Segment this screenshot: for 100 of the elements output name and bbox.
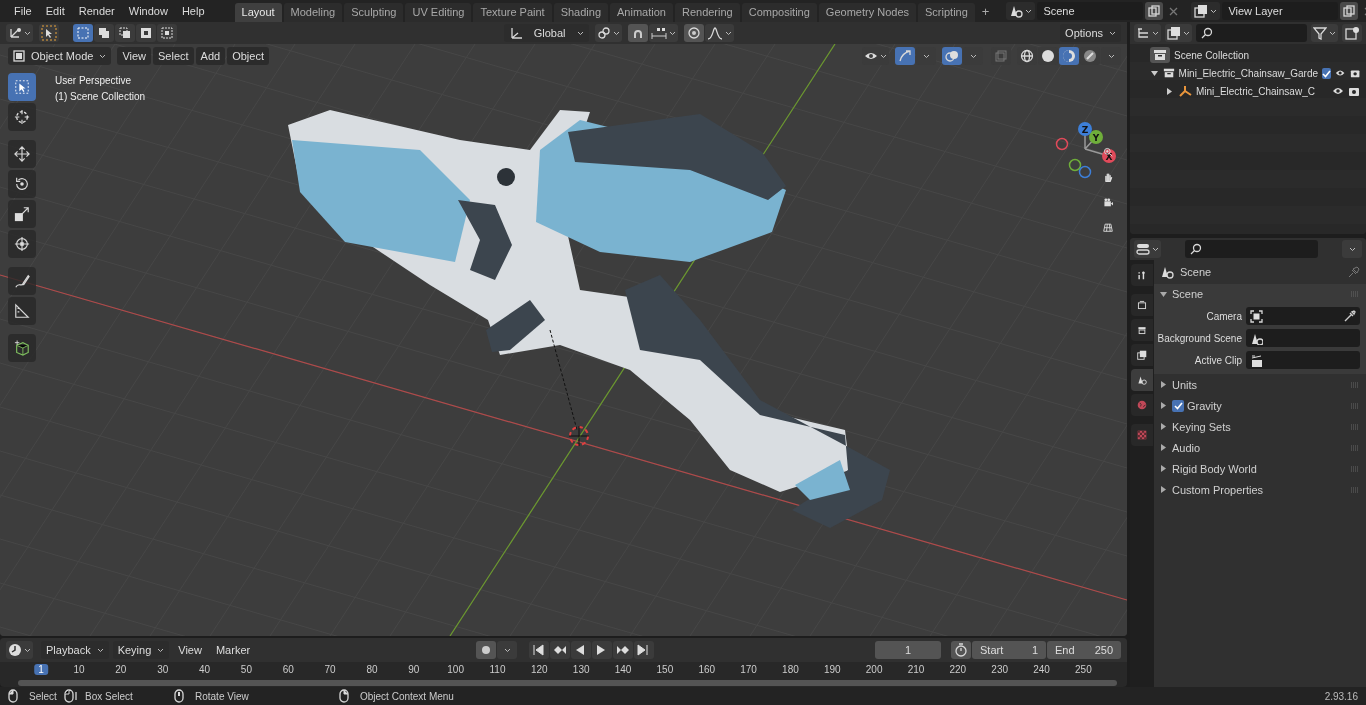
eye-icon[interactable]: [1332, 86, 1344, 96]
frame-range-field[interactable]: End 250: [1047, 641, 1121, 659]
expand-arrow-icon[interactable]: [1160, 402, 1167, 409]
preview-range-toggle[interactable]: [951, 641, 971, 659]
auto-keying-toggle[interactable]: [476, 641, 497, 659]
menu-dropdown[interactable]: Keying: [112, 641, 170, 659]
axis-handle[interactable]: Y: [1089, 130, 1103, 144]
properties-tab[interactable]: [1131, 344, 1153, 366]
panel-header[interactable]: Custom Properties: [1154, 479, 1366, 500]
drag-handle-icon[interactable]: [1350, 444, 1360, 451]
drag-handle-icon[interactable]: [1350, 486, 1360, 493]
search-field[interactable]: [1196, 24, 1307, 42]
options-dropdown[interactable]: Options: [1060, 24, 1121, 42]
menu-item[interactable]: Object: [227, 47, 269, 65]
name-field[interactable]: View Layer: [1222, 2, 1339, 20]
workspace-tab[interactable]: Sculpting: [344, 3, 404, 22]
outliner-item[interactable]: Mini_Electric_Chainsaw_C: [1196, 85, 1328, 97]
visibility-checkbox[interactable]: [1322, 67, 1332, 79]
tool-button[interactable]: [8, 103, 36, 131]
tool-button[interactable]: [8, 267, 36, 295]
snap-toggle[interactable]: [627, 24, 648, 42]
selection-mode-button[interactable]: [115, 24, 135, 42]
menu-item[interactable]: Marker: [210, 641, 256, 659]
workspace-tab[interactable]: Layout: [234, 3, 282, 22]
copy-button[interactable]: [1340, 2, 1359, 20]
menu-dropdown[interactable]: Playback: [41, 641, 109, 659]
copy-button[interactable]: [1145, 2, 1164, 20]
object-field[interactable]: [1246, 351, 1360, 369]
expand-arrow-icon[interactable]: [1160, 465, 1167, 472]
menu-item[interactable]: Render: [72, 3, 121, 19]
drag-handle-icon[interactable]: [1350, 423, 1360, 430]
editor-type-button[interactable]: [6, 641, 33, 659]
menu-item[interactable]: View: [173, 641, 207, 659]
name-field[interactable]: Scene: [1037, 2, 1144, 20]
checkbox[interactable]: [1172, 399, 1184, 412]
pivot-point-dropdown[interactable]: [594, 24, 622, 42]
workspace-tab[interactable]: Rendering: [674, 3, 740, 22]
expand-arrow-icon[interactable]: [1150, 69, 1158, 77]
mode-dropdown[interactable]: Object Mode: [8, 47, 112, 65]
expand-arrow-icon[interactable]: [1160, 444, 1167, 451]
expand-arrow-icon[interactable]: [1160, 290, 1167, 298]
axis-handle[interactable]: X: [1102, 149, 1116, 163]
workspace-tab[interactable]: Animation: [610, 3, 673, 22]
tool-button[interactable]: [8, 230, 36, 258]
workspace-tab[interactable]: Modeling: [283, 3, 343, 22]
workspace-tab[interactable]: UV Editing: [405, 3, 472, 22]
eyedropper-icon[interactable]: [1344, 310, 1356, 322]
camera-icon[interactable]: [1349, 68, 1360, 78]
menu-item[interactable]: Window: [122, 3, 174, 19]
expand-arrow-icon[interactable]: [1165, 87, 1173, 95]
drag-handle-icon[interactable]: [1350, 465, 1360, 472]
panel-header[interactable]: Scene: [1154, 284, 1366, 304]
object-field[interactable]: [1246, 307, 1360, 325]
properties-tab[interactable]: [1131, 264, 1153, 286]
drag-handle-icon[interactable]: [1350, 381, 1360, 388]
expand-arrow-icon[interactable]: [1160, 423, 1167, 430]
outliner-item[interactable]: Mini_Electric_Chainsaw_Garde: [1178, 67, 1319, 79]
workspace-tab[interactable]: Texture Paint: [473, 3, 552, 22]
drag-handle-icon[interactable]: [1350, 402, 1360, 409]
panel-header[interactable]: Units: [1154, 374, 1366, 395]
frame-range-field[interactable]: Start 1: [972, 641, 1046, 659]
editor-type-button[interactable]: [6, 24, 33, 42]
negative-axis-handle[interactable]: [1078, 165, 1092, 179]
editor-type-button[interactable]: [1134, 240, 1161, 258]
object-field[interactable]: [1246, 329, 1360, 347]
properties-tab[interactable]: [1131, 319, 1153, 341]
playback-button[interactable]: [571, 641, 592, 659]
snap-dropdown[interactable]: [648, 24, 678, 42]
menu-item[interactable]: Select: [153, 47, 194, 65]
tool-button[interactable]: [8, 170, 36, 198]
playback-button[interactable]: [634, 641, 655, 659]
properties-tab[interactable]: [1131, 294, 1153, 316]
tool-button[interactable]: [8, 334, 36, 362]
new-collection-button[interactable]: [1342, 24, 1362, 42]
workspace-tab[interactable]: Scripting: [918, 3, 975, 22]
add-workspace-button[interactable]: +: [976, 3, 995, 19]
selection-mode-button[interactable]: [136, 24, 156, 42]
tool-button[interactable]: [8, 140, 36, 168]
workspace-tab[interactable]: Geometry Nodes: [818, 3, 916, 22]
workspace-tab[interactable]: Compositing: [741, 3, 817, 22]
camera-icon[interactable]: [1348, 86, 1360, 96]
panel-header[interactable]: Audio: [1154, 437, 1366, 458]
falloff-dropdown[interactable]: [704, 24, 734, 42]
axis-handle[interactable]: Z: [1078, 122, 1092, 136]
negative-axis-handle[interactable]: [1055, 137, 1069, 151]
expand-arrow-icon[interactable]: [1160, 486, 1167, 493]
pin-icon[interactable]: [1348, 266, 1360, 278]
view-layer-dropdown[interactable]: [1165, 24, 1192, 42]
tool-button[interactable]: [8, 200, 36, 228]
proportional-edit-toggle[interactable]: [683, 24, 704, 42]
playback-button[interactable]: [613, 641, 634, 659]
panel-header[interactable]: Keying Sets: [1154, 416, 1366, 437]
current-frame-field[interactable]: 1: [875, 641, 941, 659]
search-field[interactable]: [1185, 240, 1318, 258]
outliner-item[interactable]: Scene Collection: [1174, 49, 1360, 61]
menu-item[interactable]: Add: [195, 47, 226, 65]
eye-icon[interactable]: [1335, 68, 1346, 78]
gizmo-toggle[interactable]: [895, 47, 915, 65]
filter-dropdown[interactable]: [1311, 24, 1338, 42]
menu-item[interactable]: File: [8, 3, 38, 19]
